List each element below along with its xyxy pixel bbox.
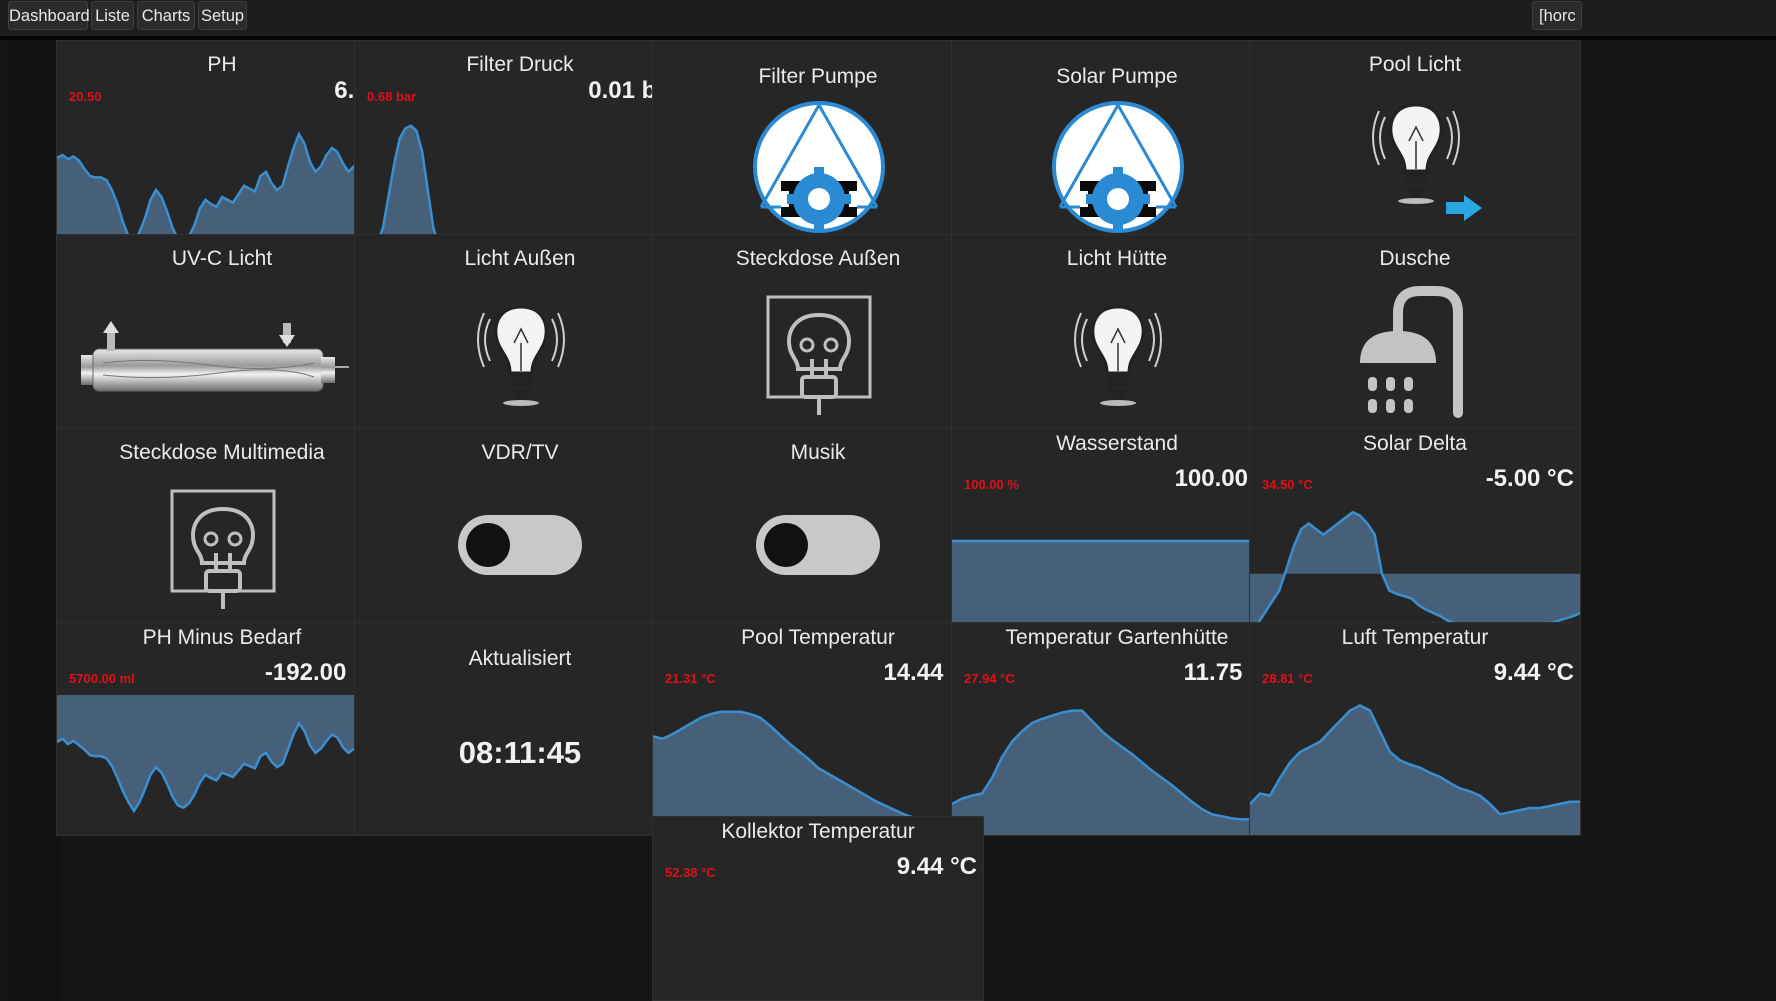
tile-aktualisiert: Aktualisiert 08:11:45	[354, 622, 686, 836]
tile-title: PH	[207, 53, 237, 76]
minmax-label: 0.68 bar	[367, 89, 417, 104]
tile-filter-pumpe[interactable]: Filter Pumpe	[652, 40, 984, 254]
tile-wasserstand[interactable]: Wasserstand 100.00 % 100.00 %	[951, 428, 1283, 642]
sparkline-chart	[1250, 510, 1580, 638]
sparkline-area	[1250, 705, 1580, 835]
tile-title: Pool Licht	[1368, 53, 1462, 76]
tile-title: UV-C Licht	[171, 247, 273, 270]
current-value: 9.44 °C	[896, 853, 977, 880]
sparkline-chart	[355, 124, 685, 253]
nav-user[interactable]: [horc	[1532, 1, 1582, 30]
sparkline-chart	[1250, 703, 1580, 835]
shower-icon	[1360, 286, 1463, 418]
tile-title: Aktualisiert	[468, 647, 572, 670]
sparkline-chart	[952, 709, 1282, 835]
tile-pool-licht[interactable]: Pool Licht	[1249, 40, 1581, 254]
minmax-label: 5700.00 ml	[69, 671, 135, 686]
tile-title: VDR/TV	[481, 441, 559, 464]
uv-lamp-icon	[81, 321, 349, 392]
tile-licht-huette[interactable]: Licht Hütte	[951, 234, 1283, 448]
update-time: 08:11:45	[458, 735, 582, 770]
sparkline-area	[952, 710, 1282, 835]
tile-title: Solar Delta	[1363, 432, 1467, 455]
tile-title: PH Minus Bedarf	[142, 626, 302, 649]
light-bulb-icon	[1074, 305, 1162, 406]
tile-kollektor-temperatur[interactable]: Kollektor Temperatur 52.38 °C 9.44 °C	[652, 816, 984, 1001]
current-value: -5.00 °C	[1485, 465, 1574, 492]
tile-title: Filter Pumpe	[758, 65, 878, 88]
sparkline-chart	[653, 710, 983, 835]
tile-title: Licht Außen	[464, 247, 576, 270]
nav-dashboard[interactable]: Dashboard	[8, 1, 90, 30]
minmax-label: 100.00 %	[964, 477, 1019, 492]
minmax-label: 28.81 °C	[1262, 671, 1313, 686]
tile-title: Musik	[790, 441, 846, 464]
tile-ph[interactable]: PH 20.50 6.75	[56, 40, 388, 254]
power-socket-icon	[766, 295, 872, 415]
top-navbar: Dashboard Liste Charts Setup [horc	[0, 0, 1776, 40]
sparkline-chart	[57, 131, 387, 253]
tile-luft-temperatur[interactable]: Luft Temperatur 28.81 °C 9.44 °C	[1249, 622, 1581, 836]
tile-solar-pumpe[interactable]: Solar Pumpe	[951, 40, 1283, 254]
minmax-label: 34.50 °C	[1262, 477, 1313, 492]
tile-title: Dusche	[1379, 247, 1451, 270]
tile-ph-minus-bedarf[interactable]: PH Minus Bedarf 5700.00 ml -192.00 ml	[56, 622, 388, 836]
nav-setup[interactable]: Setup	[198, 1, 247, 30]
tile-musik[interactable]: Musik	[652, 428, 984, 642]
tile-title: Luft Temperatur	[1341, 626, 1489, 649]
tile-temperatur-gartenhuette[interactable]: Temperatur Gartenhütte 27.94 °C 11.75 °C	[951, 622, 1283, 836]
tile-title: Filter Druck	[466, 53, 574, 76]
pump-icon	[753, 101, 885, 233]
tile-filter-druck[interactable]: Filter Druck 0.68 bar 0.01 bar	[354, 40, 686, 254]
sparkline-chart	[952, 539, 1282, 641]
tile-uvc-licht[interactable]: UV-C Licht	[56, 234, 388, 448]
minmax-label: 20.50	[69, 89, 102, 104]
tile-title: Licht Hütte	[1066, 247, 1168, 270]
minmax-label: 52.38 °C	[665, 865, 716, 880]
tile-licht-aussen[interactable]: Licht Außen	[354, 234, 686, 448]
nav-charts[interactable]: Charts	[137, 1, 195, 30]
tile-title: Kollektor Temperatur	[721, 820, 915, 843]
sparkline-area	[57, 695, 387, 811]
tile-title: Steckdose Multimedia	[119, 441, 325, 464]
pump-icon	[1052, 101, 1184, 233]
tile-title: Temperatur Gartenhütte	[1005, 626, 1229, 649]
tile-title: Pool Temperatur	[741, 626, 895, 649]
arrow-right-icon[interactable]	[1446, 195, 1482, 221]
tile-solar-delta[interactable]: Solar Delta 34.50 °C -5.00 °C	[1249, 428, 1581, 642]
light-bulb-icon	[477, 305, 565, 406]
tile-dusche[interactable]: Dusche	[1249, 234, 1581, 448]
light-bulb-icon	[1372, 103, 1460, 204]
nav-liste[interactable]: Liste	[91, 1, 134, 30]
toggle-switch-off[interactable]	[754, 513, 882, 577]
tile-steckdose-aussen[interactable]: Steckdose Außen	[652, 234, 984, 448]
tile-steckdose-multimedia[interactable]: Steckdose Multimedia	[56, 428, 388, 642]
toggle-switch-off[interactable]	[456, 513, 584, 577]
tile-title: Wasserstand	[1056, 432, 1178, 455]
tile-title: Steckdose Außen	[735, 247, 901, 270]
minmax-label: 21.31 °C	[665, 671, 716, 686]
tile-title: Solar Pumpe	[1056, 65, 1178, 88]
tile-pool-temperatur[interactable]: Pool Temperatur 21.31 °C 14.44 °C	[652, 622, 984, 836]
left-strip	[8, 40, 62, 1001]
current-value: 9.44 °C	[1493, 659, 1574, 686]
tile-vdr-tv[interactable]: VDR/TV	[354, 428, 686, 642]
sparkline-chart	[57, 695, 387, 814]
minmax-label: 27.94 °C	[964, 671, 1015, 686]
power-socket-icon	[170, 489, 276, 609]
